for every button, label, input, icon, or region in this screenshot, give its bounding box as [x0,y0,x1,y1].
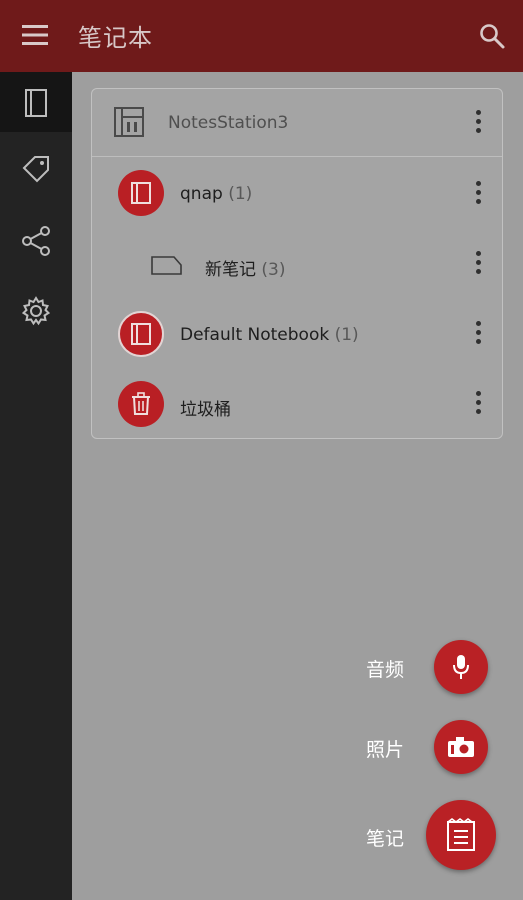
fab-label-photo: 照片 [366,739,405,761]
notebook-icon [131,182,151,204]
more-options-icon[interactable] [476,251,482,277]
more-options-icon[interactable] [476,110,482,136]
fab-label-note: 笔记 [366,828,405,850]
note-icon [447,818,475,851]
notebook-avatar [118,311,164,357]
trash-avatar [118,381,164,427]
item-count: (3) [261,260,286,280]
notebook-icon [131,323,151,345]
list-item[interactable]: 新笔记 (3) [92,229,502,299]
item-count: (1) [228,184,253,204]
trash-icon [132,392,150,415]
menu-icon[interactable] [22,24,48,46]
tag-icon [22,156,49,183]
list-item[interactable]: 垃圾桶 [92,369,502,439]
microphone-icon [453,655,469,679]
rail-item-share[interactable] [0,210,72,270]
item-name: qnap [180,184,223,204]
list-item[interactable]: qnap (1) [92,159,502,229]
item-name: Default Notebook [180,325,330,345]
search-icon[interactable] [478,22,506,50]
new-photo-button[interactable] [434,720,488,774]
more-options-icon[interactable] [476,391,482,417]
rail-item-settings[interactable] [0,280,72,340]
rail-item-notebooks[interactable] [0,72,72,132]
new-note-button[interactable] [426,800,496,870]
more-options-icon[interactable] [476,181,482,207]
station-header[interactable]: NotesStation3 [92,89,502,157]
more-options-icon[interactable] [476,321,482,347]
fab-label-audio: 音频 [366,659,405,681]
camera-icon [448,737,474,757]
page-title: 笔记本 [78,24,153,52]
item-name: 新笔记 [205,260,256,280]
nas-station-icon [114,107,144,137]
notebook-list-card: NotesStation3 qnap (1) 新笔记 (3) Default N… [91,88,503,439]
notebook-icon [25,89,47,117]
item-count: (1) [334,325,359,345]
app-bar: 笔记本 [0,0,523,72]
new-audio-button[interactable] [434,640,488,694]
share-icon [22,226,50,256]
side-rail [0,72,72,900]
station-name: NotesStation3 [168,113,289,133]
gear-icon [21,296,51,326]
rail-item-tags[interactable] [0,137,72,197]
item-name: 垃圾桶 [180,400,231,420]
tag-shape-icon [151,256,182,275]
notebook-avatar [118,170,164,216]
list-item[interactable]: Default Notebook (1) [92,299,502,369]
